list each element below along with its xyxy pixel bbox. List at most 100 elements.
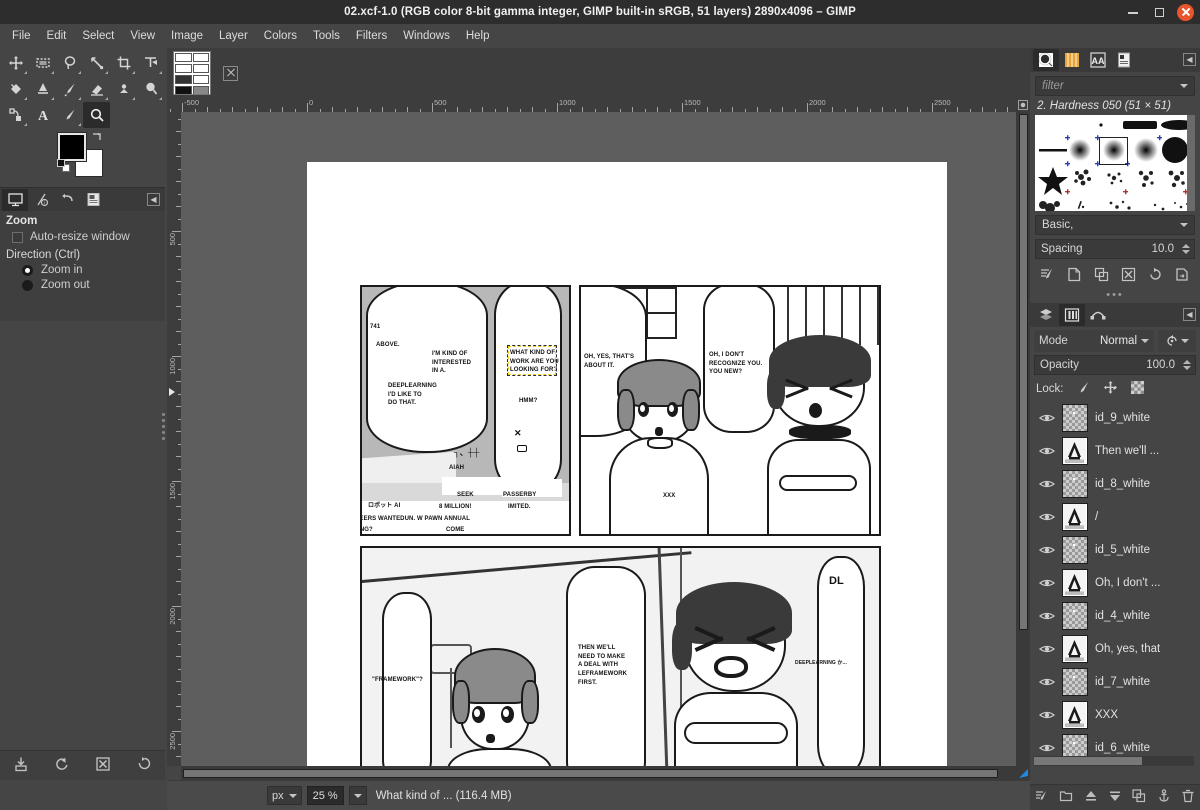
zoom-out-option[interactable]: Zoom out <box>22 279 159 291</box>
layer-row[interactable]: id_5_white <box>1030 533 1200 566</box>
menu-view[interactable]: View <box>122 27 163 45</box>
delete-brush-icon[interactable] <box>1121 267 1136 285</box>
raise-layer-icon[interactable] <box>1084 789 1098 806</box>
layer-visibility-icon[interactable] <box>1039 742 1055 754</box>
auto-resize-checkbox[interactable] <box>12 231 23 243</box>
dock-separator-handle[interactable]: ••• <box>1030 290 1200 303</box>
tool-options-menu-button[interactable]: ◀ <box>147 193 160 206</box>
layer-row[interactable]: / <box>1030 500 1200 533</box>
save-tool-options-icon[interactable] <box>13 756 29 775</box>
layers-scroll-thumb[interactable] <box>1034 757 1142 765</box>
menu-image[interactable]: Image <box>163 27 211 45</box>
layer-visibility-icon[interactable] <box>1039 511 1055 523</box>
foreground-color-swatch[interactable] <box>58 133 86 161</box>
move-tool[interactable] <box>2 50 29 76</box>
auto-resize-option[interactable]: Auto-resize window <box>12 231 159 243</box>
zoom-in-option[interactable]: Zoom in <box>22 264 159 276</box>
color-picker-tool[interactable] <box>56 102 83 128</box>
layer-visibility-icon[interactable] <box>1039 544 1055 556</box>
lock-pixels-icon[interactable] <box>1076 380 1091 398</box>
menu-help[interactable]: Help <box>458 27 498 45</box>
layer-row[interactable]: id_9_white <box>1030 401 1200 434</box>
layer-visibility-icon[interactable] <box>1039 643 1055 655</box>
menu-file[interactable]: File <box>4 27 39 45</box>
reset-tool-options-icon[interactable] <box>136 756 152 775</box>
zoom-in-radio[interactable] <box>22 264 33 276</box>
menu-colors[interactable]: Colors <box>256 27 305 45</box>
documents-tab[interactable] <box>1111 49 1137 71</box>
lock-position-icon[interactable] <box>1103 380 1118 398</box>
layer-row[interactable]: id_6_white <box>1030 731 1200 756</box>
brushes-tab[interactable] <box>1033 49 1059 71</box>
maximize-button[interactable] <box>1151 4 1167 20</box>
anchor-layer-icon[interactable] <box>1157 789 1171 806</box>
layers-menu-button[interactable]: ◀ <box>1183 308 1196 321</box>
free-select-tool[interactable] <box>56 50 83 76</box>
zoom-dropdown-button[interactable] <box>348 786 367 805</box>
channels-tab[interactable] <box>1059 304 1085 326</box>
measure-tool[interactable] <box>83 50 110 76</box>
new-layer-icon[interactable] <box>1035 789 1049 806</box>
toolbox-resize-handle[interactable] <box>160 410 166 440</box>
brush-grid[interactable] <box>1035 115 1195 211</box>
menu-select[interactable]: Select <box>74 27 122 45</box>
minimize-button[interactable] <box>1125 4 1141 20</box>
edit-brush-icon[interactable] <box>1040 267 1055 285</box>
duplicate-layer-icon[interactable] <box>1132 789 1146 806</box>
menu-filters[interactable]: Filters <box>348 27 395 45</box>
brush-spacing-row[interactable]: Spacing 10.0 <box>1035 239 1195 259</box>
image-tab-thumbnail[interactable] <box>173 51 211 95</box>
tool-options-tab[interactable] <box>2 188 28 211</box>
reset-colors-icon[interactable] <box>57 159 71 173</box>
layers-tab[interactable] <box>1033 304 1059 326</box>
paths-tool[interactable] <box>2 102 29 128</box>
transform-tool[interactable] <box>137 50 164 76</box>
rectangle-select-tool[interactable] <box>29 50 56 76</box>
layer-visibility-icon[interactable] <box>1039 709 1055 721</box>
fonts-tab[interactable]: AA <box>1085 49 1111 71</box>
lower-layer-icon[interactable] <box>1108 789 1122 806</box>
layer-row[interactable]: Oh, yes, that <box>1030 632 1200 665</box>
vertical-scroll-thumb[interactable] <box>1019 114 1028 630</box>
layer-visibility-icon[interactable] <box>1039 478 1055 490</box>
layer-row[interactable]: id_8_white <box>1030 467 1200 500</box>
menu-layer[interactable]: Layer <box>211 27 256 45</box>
vertical-scrollbar[interactable] <box>1016 112 1030 766</box>
open-brush-folder-icon[interactable] <box>1175 267 1190 285</box>
restore-tool-options-icon[interactable] <box>54 756 70 775</box>
unit-selector[interactable]: px <box>267 786 302 805</box>
selected-brush-cell[interactable] <box>1099 137 1128 165</box>
patterns-tab[interactable] <box>1059 49 1085 71</box>
layer-row[interactable]: Then we'll ... <box>1030 434 1200 467</box>
brush-grid-scrollbar[interactable] <box>1187 115 1195 211</box>
lock-alpha-icon[interactable] <box>1130 380 1145 398</box>
menu-windows[interactable]: Windows <box>395 27 458 45</box>
layer-visibility-icon[interactable] <box>1039 676 1055 688</box>
delete-layer-icon[interactable] <box>1181 789 1195 806</box>
images-tab[interactable] <box>80 189 106 211</box>
menu-tools[interactable]: Tools <box>305 27 348 45</box>
device-status-tab[interactable]: i <box>28 189 54 211</box>
menu-edit[interactable]: Edit <box>39 27 75 45</box>
layer-row[interactable]: XXX <box>1030 698 1200 731</box>
paintbrush-tool[interactable] <box>56 76 83 102</box>
layer-row[interactable]: Oh, I don't ... <box>1030 566 1200 599</box>
eraser-tool[interactable] <box>83 76 110 102</box>
brushes-menu-button[interactable]: ◀ <box>1183 53 1196 66</box>
close-button[interactable] <box>1177 3 1194 21</box>
brush-tag-selector[interactable]: Basic, <box>1035 215 1195 235</box>
blend-space-selector[interactable] <box>1158 330 1196 352</box>
vertical-ruler[interactable]: 500 1000 1500 2000 2500 <box>167 112 181 766</box>
navigation-button[interactable] <box>1016 98 1030 112</box>
layer-visibility-icon[interactable] <box>1039 445 1055 457</box>
close-tab-button[interactable] <box>223 65 238 81</box>
bucket-fill-tool[interactable] <box>2 76 29 102</box>
layer-visibility-icon[interactable] <box>1039 577 1055 589</box>
layer-row[interactable]: id_4_white <box>1030 599 1200 632</box>
new-group-icon[interactable] <box>1059 789 1073 806</box>
horizontal-scrollbar[interactable] <box>181 766 1016 780</box>
crop-tool[interactable] <box>110 50 137 76</box>
opacity-value[interactable]: 100.0 <box>1146 359 1175 371</box>
brush-filter-input[interactable]: filter <box>1042 80 1064 92</box>
zoom-tool[interactable] <box>83 102 110 128</box>
